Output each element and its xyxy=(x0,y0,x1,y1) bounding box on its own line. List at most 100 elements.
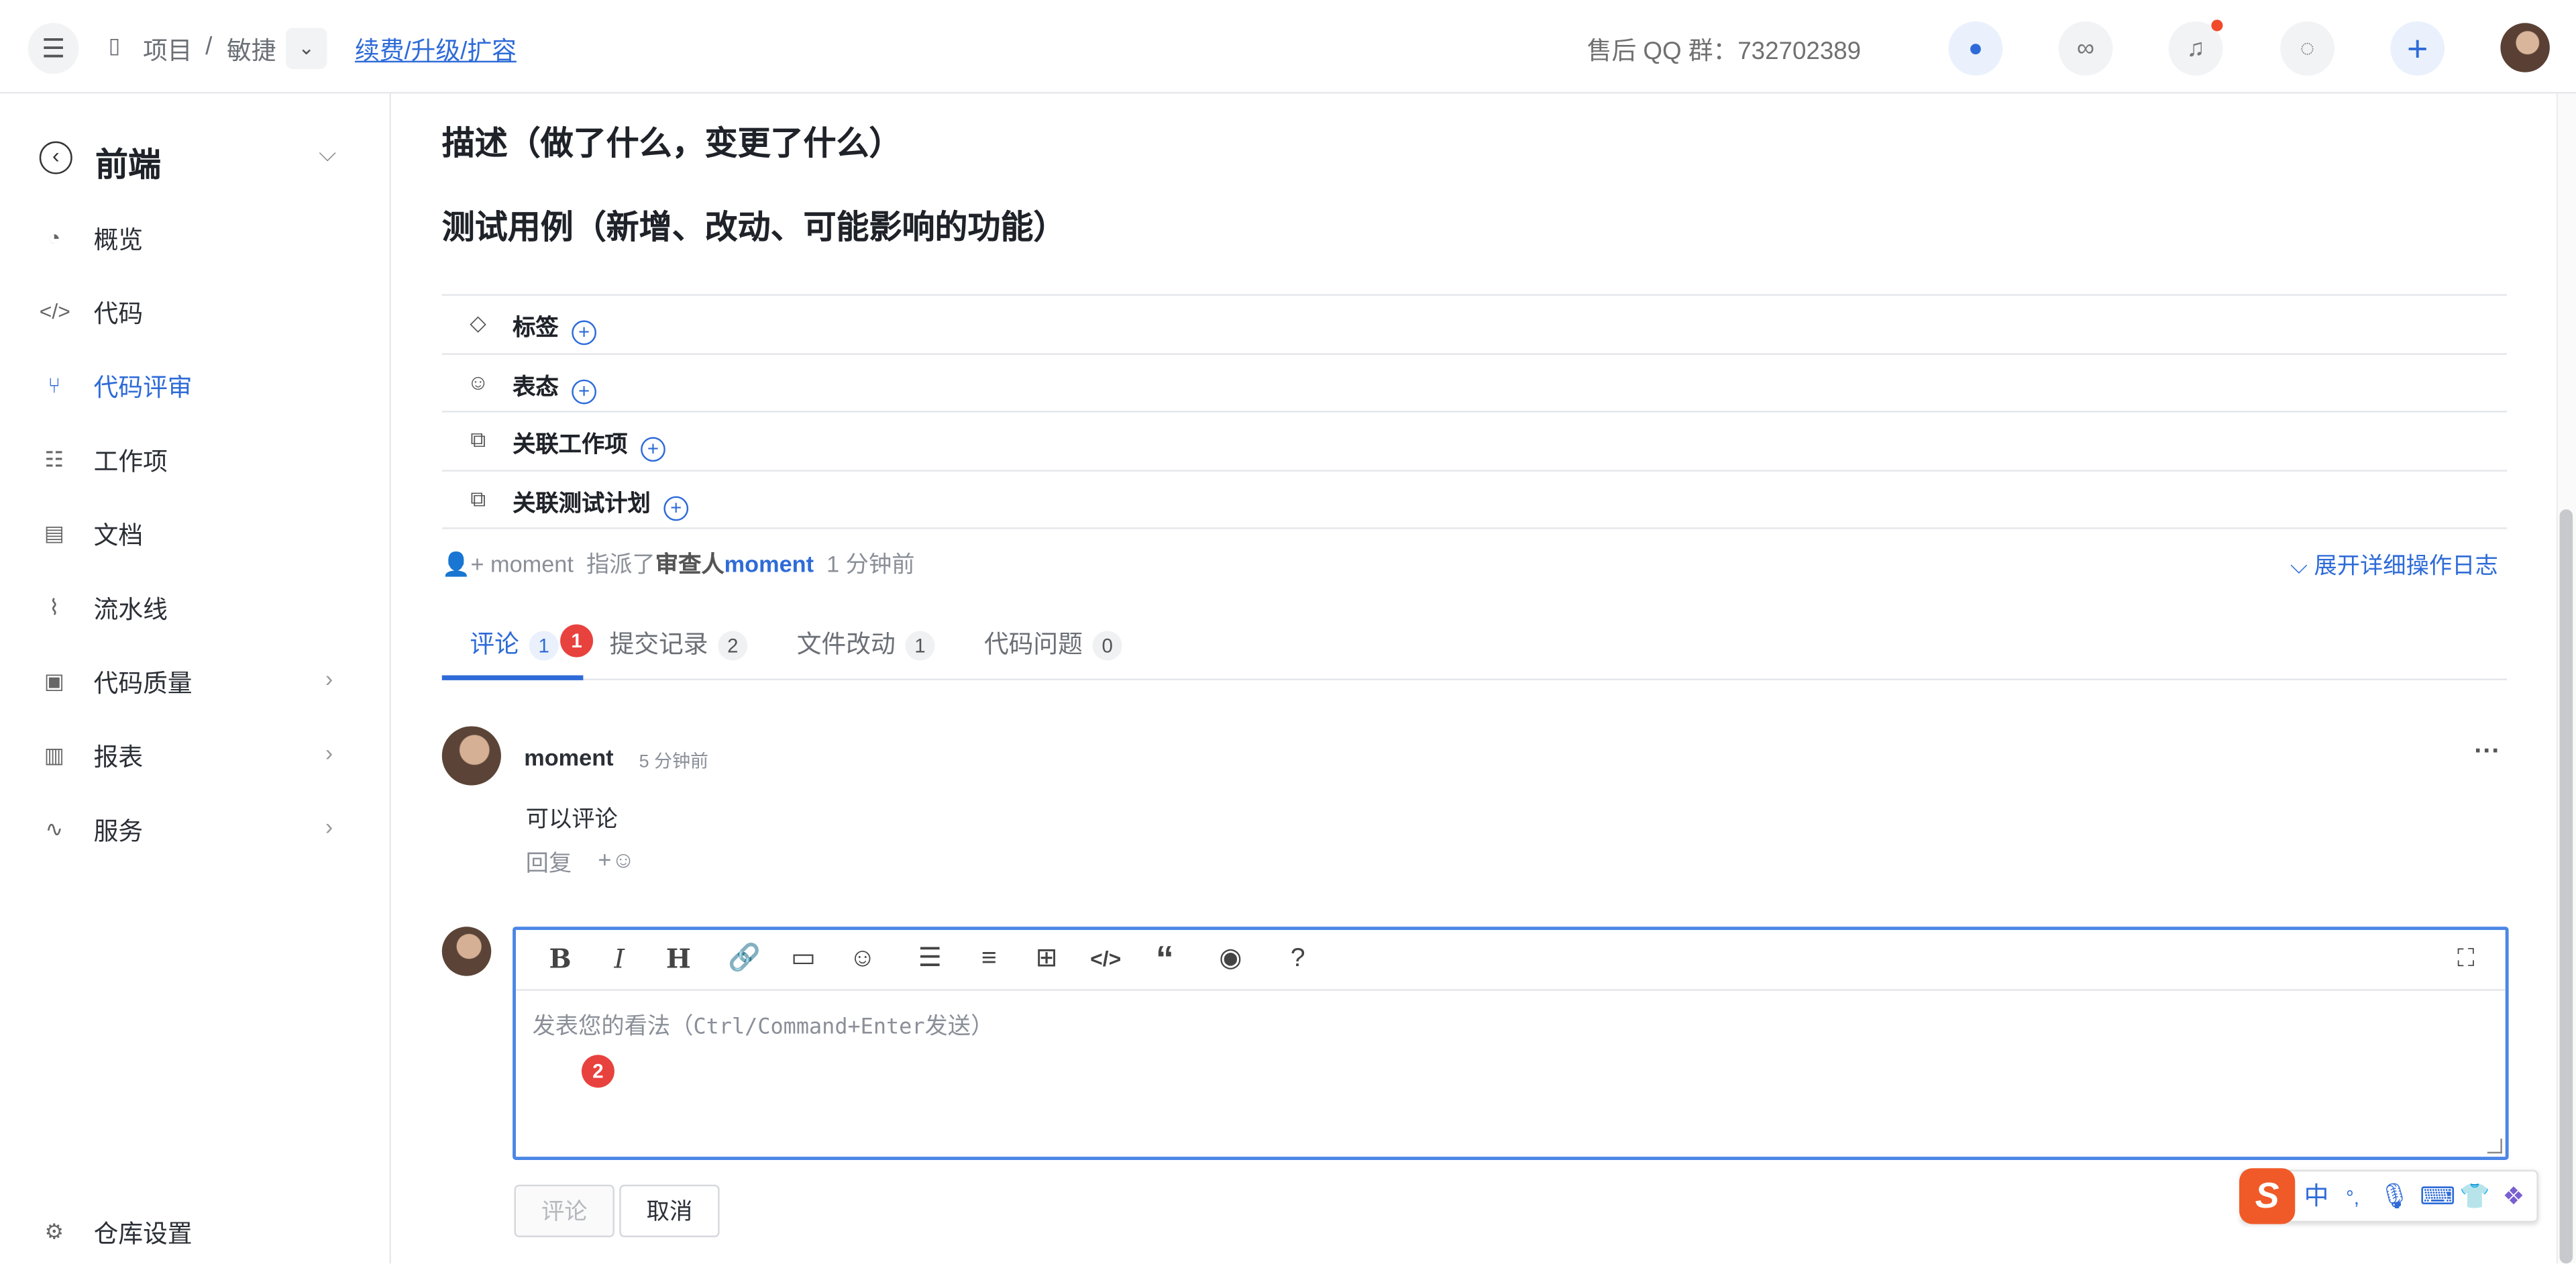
sidebar-item-code-quality[interactable]: ▣ 代码质量 › xyxy=(0,652,391,711)
link-items-icon: ⧉ xyxy=(470,427,486,452)
chevron-down-icon[interactable]: ⌄ xyxy=(286,28,327,69)
notification-dot xyxy=(2211,19,2223,32)
link-icon[interactable]: 🔗 xyxy=(726,943,762,976)
renew-link[interactable]: 续费/升级/扩容 xyxy=(355,33,517,67)
breadcrumb-project[interactable]: 项目 xyxy=(143,33,193,67)
sidebar-item-overview[interactable]: ◔ 概览 xyxy=(0,209,391,268)
merge-request-icon: ⑂ xyxy=(48,372,61,398)
add-user-icon: 👤+ xyxy=(441,550,484,577)
link-items-icon: ⧉ xyxy=(470,486,486,511)
microphone-icon[interactable]: 🎙 xyxy=(2379,1181,2410,1214)
chart-icon: ▥ xyxy=(44,742,64,768)
tab-code-issues[interactable]: 代码问题 0 xyxy=(984,626,1122,661)
expand-log-link[interactable]: ⌵ 展开详细操作日志 xyxy=(2290,549,2498,582)
numbered-list-icon[interactable]: ≡ xyxy=(971,943,1007,976)
comment-author[interactable]: moment xyxy=(524,744,613,770)
add-reaction-icon[interactable]: + xyxy=(572,379,596,405)
ime-punctuation-toggle[interactable]: °, xyxy=(2338,1181,2367,1214)
back-icon[interactable]: ‹ xyxy=(39,141,72,174)
scrollbar-thumb[interactable] xyxy=(2559,509,2573,1264)
activity-target[interactable]: moment xyxy=(724,550,814,576)
sidebar-item-repo-settings[interactable]: ⚙ 仓库设置 xyxy=(0,1203,391,1262)
top-bar: ☰ ▯ 项目 / 敏捷 ⌄ 续费/升级/扩容 售后 QQ 群：732702389… xyxy=(0,0,2576,94)
tab-comments[interactable]: 评论 1 xyxy=(470,626,559,661)
sidebar-item-code[interactable]: </> 代码 xyxy=(0,282,391,341)
toolbox-icon[interactable]: ❖ xyxy=(2499,1181,2528,1214)
tab-label: 提交记录 xyxy=(609,631,708,660)
field-label: 表态 xyxy=(513,372,559,400)
add-tag-icon[interactable]: + xyxy=(572,320,596,346)
menu-icon[interactable]: ☰ xyxy=(28,23,79,74)
comment-editor: B I H 🔗 ▭ ☺ ☰ ≡ ⊞ </> “ ◉ ? ⛶ 发表您的看法（Ctr… xyxy=(513,927,2509,1160)
sidebar-item-label: 报表 xyxy=(93,744,144,773)
heading-icon[interactable]: H xyxy=(660,943,696,976)
help-icon[interactable]: ? xyxy=(1280,943,1316,976)
add-work-item-icon[interactable]: + xyxy=(641,437,665,462)
tab-file-changes[interactable]: 文件改动 1 xyxy=(797,626,935,661)
tab-commits[interactable]: 提交记录 2 xyxy=(609,626,748,661)
more-icon[interactable]: ··· xyxy=(2474,738,2500,768)
code-icon: </> xyxy=(39,299,70,324)
code-icon[interactable]: </> xyxy=(1087,943,1124,976)
table-icon[interactable]: ⊞ xyxy=(1028,943,1065,976)
lightbulb-icon[interactable]: ◌ xyxy=(2280,21,2335,76)
fullscreen-icon[interactable]: ⛶ xyxy=(2448,943,2484,976)
bold-icon[interactable]: B xyxy=(542,943,578,976)
pipeline-icon: ⌇ xyxy=(49,594,60,620)
emoji-icon[interactable]: ☺ xyxy=(845,943,881,976)
smile-icon: ☺ xyxy=(467,370,489,394)
pulse-icon: ∿ xyxy=(45,817,64,841)
sidebar-item-work-items[interactable]: ☷ 工作项 xyxy=(0,431,391,490)
sidebar-item-reports[interactable]: ▥ 报表 › xyxy=(0,726,391,785)
comment-body: 可以评论 xyxy=(525,805,618,832)
task-icon: ☷ xyxy=(44,447,64,472)
skin-icon[interactable]: 👕 xyxy=(2459,1181,2490,1214)
assistant-icon[interactable]: ● xyxy=(1948,21,2003,76)
ime-toolbar: S 中 °, 🎙 ⌨ 👕 ❖ xyxy=(2239,1168,2538,1224)
keyboard-icon[interactable]: ⌨ xyxy=(2420,1181,2455,1214)
ime-language-toggle[interactable]: 中 xyxy=(2302,1181,2331,1214)
step-badge-1: 1 xyxy=(560,624,594,657)
tab-bar: 评论 1 提交记录 2 文件改动 1 代码问题 0 xyxy=(441,608,2508,680)
cancel-button[interactable]: 取消 xyxy=(619,1184,720,1238)
sidebar-item-services[interactable]: ∿ 服务 › xyxy=(0,800,391,859)
activity-user: moment xyxy=(490,550,574,577)
bullet-list-icon[interactable]: ☰ xyxy=(912,943,948,976)
field-label: 关联测试计划 xyxy=(513,489,651,516)
activity-time: 1 分钟前 xyxy=(826,550,915,577)
sidebar-item-label: 服务 xyxy=(93,818,144,847)
expand-log-label: 展开详细操作日志 xyxy=(2314,551,2498,579)
comment-input[interactable]: 发表您的看法（Ctrl/Command+Enter发送） xyxy=(532,1009,994,1042)
comment-time: 5 分钟前 xyxy=(639,752,708,773)
comment-avatar[interactable] xyxy=(441,726,501,786)
chevron-down-icon[interactable]: ⌵ xyxy=(319,140,336,168)
user-avatar[interactable] xyxy=(2500,23,2550,72)
tab-count: 1 xyxy=(905,631,935,661)
sidebar-item-pipeline[interactable]: ⌇ 流水线 xyxy=(0,578,391,637)
add-icon[interactable]: + xyxy=(2390,21,2445,76)
add-reaction-button[interactable]: +☺ xyxy=(598,846,635,872)
field-linked-work-items: ⧉ 关联工作项 + xyxy=(441,411,2508,470)
quote-icon[interactable]: “ xyxy=(1146,941,1183,977)
qq-group-text: 售后 QQ 群：732702389 xyxy=(1587,38,1862,66)
chevron-right-icon: › xyxy=(325,739,333,766)
gauge-icon: ◔ xyxy=(48,225,61,250)
chevron-right-icon: › xyxy=(325,813,333,840)
link-icon[interactable]: ∞ xyxy=(2058,21,2113,76)
preview-eye-icon[interactable]: ◉ xyxy=(1212,943,1248,976)
tab-label: 评论 xyxy=(470,631,519,660)
add-test-plan-icon[interactable]: + xyxy=(663,496,689,521)
italic-icon[interactable]: I xyxy=(601,943,637,976)
reply-button[interactable]: 回复 xyxy=(526,846,572,879)
quality-icon: ▣ xyxy=(44,668,64,694)
placeholder-shortcut: Ctrl/Command+Enter xyxy=(693,1015,925,1041)
image-icon[interactable]: ▭ xyxy=(786,943,822,976)
sogou-logo-icon[interactable]: S xyxy=(2239,1168,2296,1224)
submit-comment-button[interactable]: 评论 xyxy=(514,1184,614,1238)
sidebar-item-code-review[interactable]: ⑂ 代码评审 xyxy=(0,356,391,415)
sidebar-item-docs[interactable]: ▤ 文档 xyxy=(0,505,391,564)
resize-handle[interactable] xyxy=(2487,1139,2502,1154)
breadcrumb-current[interactable]: 敏捷 xyxy=(227,33,276,67)
repo-title[interactable]: 前端 xyxy=(95,138,161,186)
tab-count: 2 xyxy=(718,631,748,661)
